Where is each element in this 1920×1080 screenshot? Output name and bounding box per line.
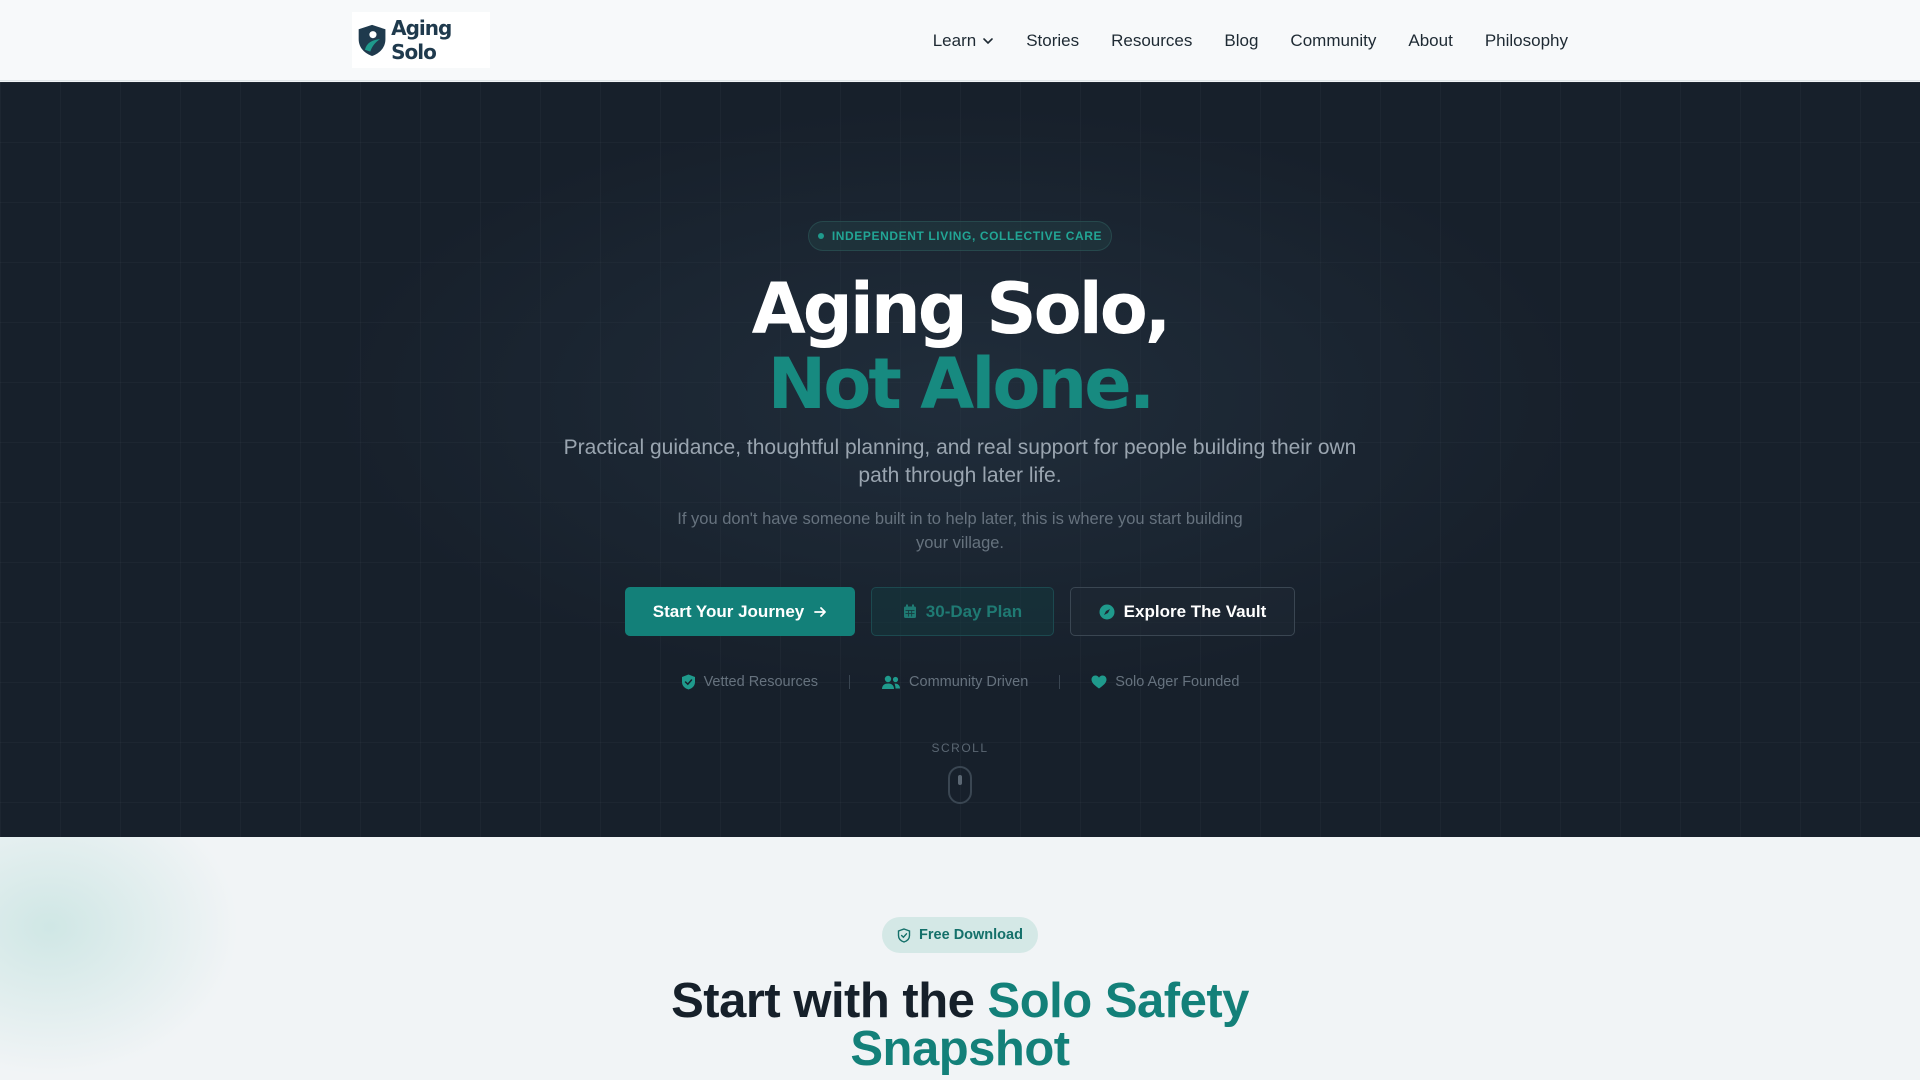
scroll-label: SCROLL [931, 741, 989, 755]
explore-vault-label: Explore The Vault [1123, 601, 1267, 621]
logo-text: Aging Solo [391, 16, 452, 64]
badge-dot-icon [817, 233, 824, 239]
shield-check-icon [897, 927, 911, 943]
trust-item-vetted: Vetted Resources [681, 674, 818, 690]
start-journey-label: Start Your Journey [652, 601, 805, 621]
nav-link-community[interactable]: Community [1290, 31, 1376, 51]
hero-badge: INDEPENDENT LIVING, COLLECTIVE CARE [808, 221, 1112, 251]
calendar-icon [903, 604, 916, 618]
thirty-day-plan-button[interactable]: 30-Day Plan [871, 587, 1054, 636]
thirty-day-plan-label: 30-Day Plan [925, 601, 1023, 621]
free-download-pill: Free Download [882, 917, 1038, 953]
title-prefix: Start with the [671, 974, 988, 1028]
hero-secondary-text: If you don't have someone built in to he… [677, 510, 1243, 552]
nav-link-stories[interactable]: Stories [1026, 31, 1079, 51]
start-journey-button[interactable]: Start Your Journey [625, 587, 855, 636]
heart-icon [1091, 675, 1107, 689]
mouse-wheel [958, 775, 962, 785]
trust-item-community: Community Driven [881, 674, 1028, 690]
hero-title-line2: Not Alone. [767, 343, 1156, 425]
hero-subtitle: Practical guidance, thoughtful planning,… [563, 436, 1357, 487]
shield-check-icon [681, 674, 695, 690]
divider [1059, 675, 1061, 689]
site-logo[interactable]: Aging Solo [352, 12, 490, 68]
section-title-line2: Snapshot [850, 1022, 1070, 1076]
nav-link-blog[interactable]: Blog [1224, 31, 1258, 51]
trust-label: Community Driven [909, 674, 1029, 690]
safety-snapshot-section: Free Download Start with the Solo Safety… [0, 837, 1920, 1080]
arrow-right-icon [814, 606, 827, 617]
nav-links: Learn Stories Resources Blog Community A… [933, 0, 1568, 81]
title-accent: Solo Safety [987, 974, 1250, 1028]
pill-label: Free Download [919, 927, 1023, 943]
nav-link-label: Learn [932, 30, 977, 50]
chevron-down-icon [983, 37, 994, 44]
hero-title-line1: Aging Solo, [751, 268, 1172, 350]
compass-icon [1099, 604, 1115, 619]
trust-label: Vetted Resources [703, 674, 819, 690]
section-title-line1: Start with the Solo Safety [0, 974, 1920, 1028]
shield-person-icon [358, 24, 386, 57]
nav-link-learn[interactable]: Learn [933, 31, 994, 51]
explore-vault-button[interactable]: Explore The Vault [1070, 587, 1295, 636]
nav-link-about[interactable]: About [1408, 31, 1452, 51]
trust-label: Solo Ager Founded [1115, 674, 1240, 690]
scroll-mouse-icon[interactable] [948, 766, 972, 804]
nav-link-philosophy[interactable]: Philosophy [1485, 31, 1568, 51]
hero-section: INDEPENDENT LIVING, COLLECTIVE CARE Agin… [0, 82, 1920, 837]
users-icon [882, 675, 901, 689]
badge-text: INDEPENDENT LIVING, COLLECTIVE CARE [831, 229, 1103, 243]
trust-item-founded: Solo Ager Founded [1091, 674, 1239, 690]
nav-link-resources[interactable]: Resources [1111, 31, 1192, 51]
top-navigation: Aging Solo Learn Stories Resources Blog … [0, 0, 1920, 81]
trust-indicators: Vetted Resources Community Driven Solo A… [0, 674, 1920, 690]
divider [849, 675, 851, 689]
